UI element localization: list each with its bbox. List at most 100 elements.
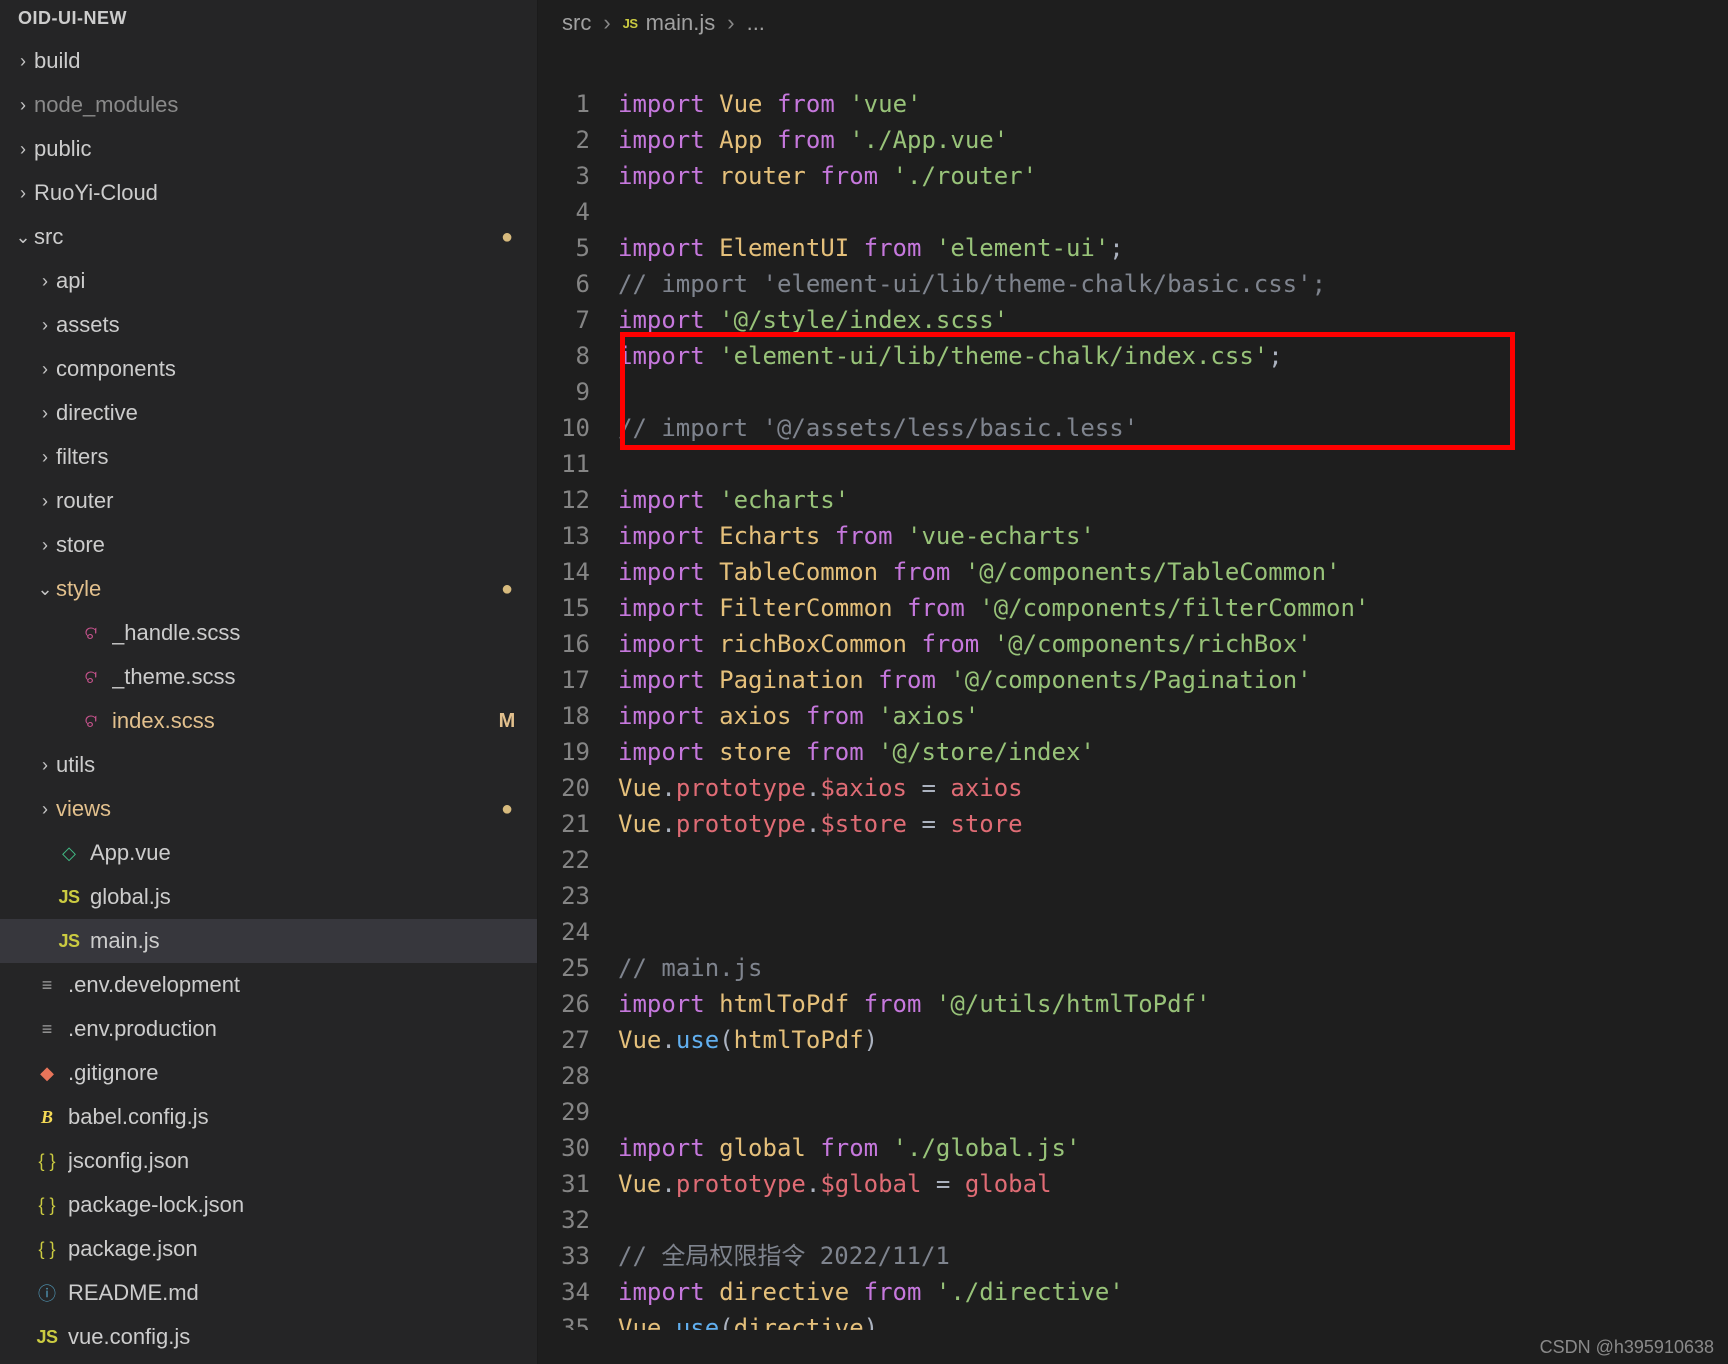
code-line[interactable]: 20Vue.prototype.$axios = axios <box>538 770 1728 806</box>
breadcrumb-part[interactable]: JS main.js <box>623 10 716 36</box>
folder-row[interactable]: ›components <box>0 347 537 391</box>
code-editor[interactable]: 1import Vue from 'vue'2import App from '… <box>538 46 1728 1364</box>
code-line[interactable]: 19import store from '@/store/index' <box>538 734 1728 770</box>
folder-row[interactable]: ›RuoYi-Cloud <box>0 171 537 215</box>
code-content[interactable]: import Vue from 'vue' <box>618 86 1728 122</box>
code-content[interactable]: import Pagination from '@/components/Pag… <box>618 662 1728 698</box>
code-content[interactable]: // 全局权限指令 2022/11/1 <box>618 1238 1728 1274</box>
folder-row[interactable]: ›utils <box>0 743 537 787</box>
code-line[interactable]: 35Vue.use(directive) <box>538 1310 1728 1330</box>
token-str: 'vue' <box>849 90 921 118</box>
code-line[interactable]: 4 <box>538 194 1728 230</box>
breadcrumb-part[interactable]: src <box>562 10 591 36</box>
file-row[interactable]: JSmain.js <box>0 919 537 963</box>
code-line[interactable]: 34import directive from './directive' <box>538 1274 1728 1310</box>
file-row[interactable]: ≡.env.production <box>0 1007 537 1051</box>
code-content[interactable]: import router from './router' <box>618 158 1728 194</box>
code-content[interactable]: Vue.use(htmlToPdf) <box>618 1022 1728 1058</box>
folder-row[interactable]: ⌄src● <box>0 215 537 259</box>
code-line[interactable]: 24 <box>538 914 1728 950</box>
code-line[interactable]: 21Vue.prototype.$store = store <box>538 806 1728 842</box>
code-line[interactable]: 27Vue.use(htmlToPdf) <box>538 1022 1728 1058</box>
code-line[interactable]: 28 <box>538 1058 1728 1094</box>
file-tree[interactable]: ›build›node_modules›public›RuoYi-Cloud⌄s… <box>0 39 537 1364</box>
file-row[interactable]: ଟ_handle.scss <box>0 611 537 655</box>
file-row[interactable]: ଟindex.scssM <box>0 699 537 743</box>
code-line[interactable]: 26import htmlToPdf from '@/utils/htmlToP… <box>538 986 1728 1022</box>
file-row[interactable]: Bbabel.config.js <box>0 1095 537 1139</box>
code-line[interactable]: 32 <box>538 1202 1728 1238</box>
file-row[interactable]: { }jsconfig.json <box>0 1139 537 1183</box>
code-content[interactable]: import 'echarts' <box>618 482 1728 518</box>
code-content[interactable]: import '@/style/index.scss' <box>618 302 1728 338</box>
folder-row[interactable]: ›public <box>0 127 537 171</box>
file-row[interactable]: ⓘREADME.md <box>0 1271 537 1315</box>
code-line[interactable]: 30import global from './global.js' <box>538 1130 1728 1166</box>
code-content[interactable]: Vue.prototype.$store = store <box>618 806 1728 842</box>
code-line[interactable]: 16import richBoxCommon from '@/component… <box>538 626 1728 662</box>
code-line[interactable]: 10// import '@/assets/less/basic.less' <box>538 410 1728 446</box>
folder-row[interactable]: ›directive <box>0 391 537 435</box>
breadcrumb[interactable]: src › JS main.js › ... <box>538 0 1728 46</box>
code-content[interactable]: Vue.use(directive) <box>618 1310 1728 1330</box>
file-row[interactable]: ଟ_theme.scss <box>0 655 537 699</box>
code-line[interactable]: 23 <box>538 878 1728 914</box>
file-row[interactable]: ◇App.vue <box>0 831 537 875</box>
code-content[interactable]: Vue.prototype.$global = global <box>618 1166 1728 1202</box>
code-line[interactable]: 22 <box>538 842 1728 878</box>
code-line[interactable]: 14import TableCommon from '@/components/… <box>538 554 1728 590</box>
code-content[interactable]: // main.js <box>618 950 1728 986</box>
code-content[interactable]: import Echarts from 'vue-echarts' <box>618 518 1728 554</box>
code-line[interactable]: 17import Pagination from '@/components/P… <box>538 662 1728 698</box>
folder-row[interactable]: ⌄style● <box>0 567 537 611</box>
code-line[interactable]: 12import 'echarts' <box>538 482 1728 518</box>
code-content[interactable]: import ElementUI from 'element-ui'; <box>618 230 1728 266</box>
code-line[interactable]: 13import Echarts from 'vue-echarts' <box>538 518 1728 554</box>
folder-row[interactable]: ›router <box>0 479 537 523</box>
code-line[interactable]: 15import FilterCommon from '@/components… <box>538 590 1728 626</box>
code-line[interactable]: 8import 'element-ui/lib/theme-chalk/inde… <box>538 338 1728 374</box>
code-line[interactable]: 3import router from './router' <box>538 158 1728 194</box>
git-icon: ◆ <box>34 1063 60 1084</box>
code-content[interactable]: import richBoxCommon from '@/components/… <box>618 626 1728 662</box>
folder-row[interactable]: ›assets <box>0 303 537 347</box>
code-line[interactable]: 18import axios from 'axios' <box>538 698 1728 734</box>
code-content[interactable]: import global from './global.js' <box>618 1130 1728 1166</box>
code-content[interactable]: import store from '@/store/index' <box>618 734 1728 770</box>
code-line[interactable]: 29 <box>538 1094 1728 1130</box>
file-row[interactable]: JSvue.config.js <box>0 1315 537 1359</box>
code-line[interactable]: 33// 全局权限指令 2022/11/1 <box>538 1238 1728 1274</box>
code-content[interactable]: import TableCommon from '@/components/Ta… <box>618 554 1728 590</box>
code-content[interactable]: import directive from './directive' <box>618 1274 1728 1310</box>
code-line[interactable]: 2import App from './App.vue' <box>538 122 1728 158</box>
file-row[interactable]: { }package-lock.json <box>0 1183 537 1227</box>
folder-row[interactable]: ›views● <box>0 787 537 831</box>
folder-row[interactable]: ›node_modules <box>0 83 537 127</box>
code-content[interactable]: import 'element-ui/lib/theme-chalk/index… <box>618 338 1728 374</box>
breadcrumb-part[interactable]: ... <box>747 10 765 36</box>
code-content[interactable]: Vue.prototype.$axios = axios <box>618 770 1728 806</box>
code-content[interactable]: import axios from 'axios' <box>618 698 1728 734</box>
code-line[interactable]: 11 <box>538 446 1728 482</box>
folder-row[interactable]: ›store <box>0 523 537 567</box>
folder-row[interactable]: ›filters <box>0 435 537 479</box>
code-line[interactable]: 6// import 'element-ui/lib/theme-chalk/b… <box>538 266 1728 302</box>
folder-row[interactable]: ›api <box>0 259 537 303</box>
file-row[interactable]: ◆.gitignore <box>0 1051 537 1095</box>
file-row[interactable]: JSglobal.js <box>0 875 537 919</box>
code-line[interactable]: 7import '@/style/index.scss' <box>538 302 1728 338</box>
file-row[interactable]: { }package.json <box>0 1227 537 1271</box>
code-content[interactable]: import FilterCommon from '@/components/f… <box>618 590 1728 626</box>
code-line[interactable]: 5import ElementUI from 'element-ui'; <box>538 230 1728 266</box>
code-content[interactable]: import htmlToPdf from '@/utils/htmlToPdf… <box>618 986 1728 1022</box>
file-row[interactable]: ≡.env.development <box>0 963 537 1007</box>
code-content[interactable]: import App from './App.vue' <box>618 122 1728 158</box>
folder-row[interactable]: ›build <box>0 39 537 83</box>
code-content[interactable]: // import 'element-ui/lib/theme-chalk/ba… <box>618 266 1728 302</box>
code-line[interactable]: 1import Vue from 'vue' <box>538 86 1728 122</box>
code-line[interactable]: 31Vue.prototype.$global = global <box>538 1166 1728 1202</box>
code-line[interactable]: 9 <box>538 374 1728 410</box>
code-line[interactable]: 25// main.js <box>538 950 1728 986</box>
tree-item-label: global.js <box>90 884 493 910</box>
code-content[interactable]: // import '@/assets/less/basic.less' <box>618 410 1728 446</box>
